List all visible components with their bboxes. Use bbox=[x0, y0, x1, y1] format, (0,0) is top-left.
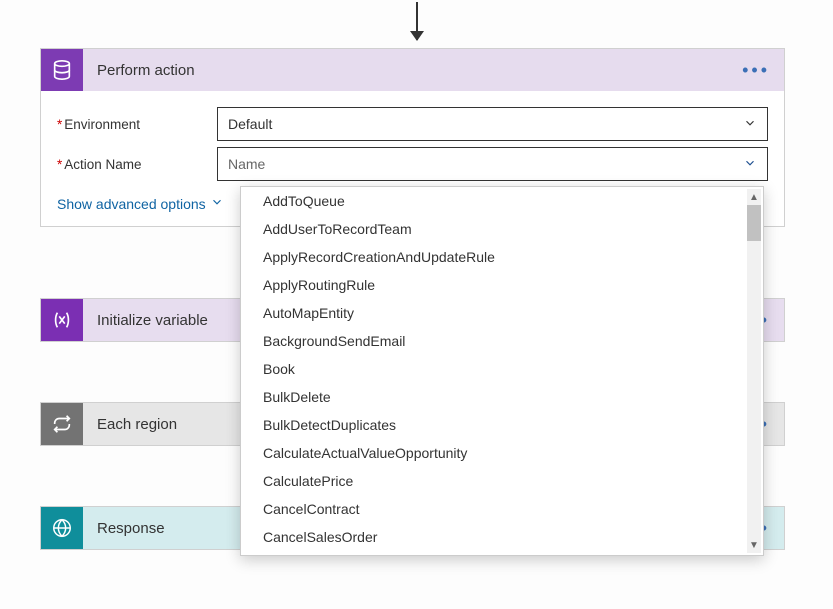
environment-dropdown[interactable]: Default bbox=[217, 107, 768, 141]
dropdown-items-container: AddToQueueAddUserToRecordTeamApplyRecord… bbox=[241, 187, 763, 551]
action-name-dropdown[interactable]: Name bbox=[217, 147, 768, 181]
database-icon bbox=[41, 49, 83, 91]
action-name-options-popup: AddToQueueAddUserToRecordTeamApplyRecord… bbox=[240, 186, 764, 556]
environment-row: *Environment Default bbox=[57, 107, 768, 141]
environment-label: *Environment bbox=[57, 117, 217, 132]
perform-action-menu-button[interactable]: ••• bbox=[742, 60, 770, 81]
dropdown-option[interactable]: ApplyRecordCreationAndUpdateRule bbox=[241, 243, 763, 271]
dropdown-option[interactable]: AddUserToRecordTeam bbox=[241, 215, 763, 243]
action-name-label: *Action Name bbox=[57, 157, 217, 172]
dropdown-option[interactable]: CancelContract bbox=[241, 495, 763, 523]
dropdown-option[interactable]: Book bbox=[241, 355, 763, 383]
action-name-placeholder: Name bbox=[228, 156, 265, 172]
dropdown-option[interactable]: CalculateActualValueOpportunity bbox=[241, 439, 763, 467]
dropdown-option[interactable]: AddToQueue bbox=[241, 187, 763, 215]
scrollbar[interactable]: ▲ ▼ bbox=[747, 189, 761, 553]
scroll-down-button[interactable]: ▼ bbox=[747, 537, 761, 553]
action-name-options-list[interactable]: AddToQueueAddUserToRecordTeamApplyRecord… bbox=[241, 187, 763, 555]
perform-action-header[interactable]: Perform action ••• bbox=[41, 49, 784, 91]
environment-value: Default bbox=[228, 116, 272, 132]
perform-action-title: Perform action bbox=[83, 62, 742, 79]
chevron-down-icon bbox=[743, 116, 757, 133]
scroll-up-button[interactable]: ▲ bbox=[747, 189, 761, 205]
variable-icon bbox=[41, 299, 83, 341]
dropdown-option[interactable]: CalculatePrice bbox=[241, 467, 763, 495]
dropdown-option[interactable]: BulkDelete bbox=[241, 383, 763, 411]
chevron-down-icon bbox=[210, 195, 224, 212]
dropdown-option[interactable]: ApplyRoutingRule bbox=[241, 271, 763, 299]
chevron-down-icon bbox=[743, 156, 757, 173]
dropdown-option[interactable]: CancelSalesOrder bbox=[241, 523, 763, 551]
action-name-row: *Action Name Name bbox=[57, 147, 768, 181]
dropdown-option[interactable]: BackgroundSendEmail bbox=[241, 327, 763, 355]
dropdown-option[interactable]: AutoMapEntity bbox=[241, 299, 763, 327]
globe-icon bbox=[41, 507, 83, 549]
scrollbar-thumb[interactable] bbox=[747, 205, 761, 241]
dropdown-option[interactable]: BulkDetectDuplicates bbox=[241, 411, 763, 439]
loop-icon bbox=[41, 403, 83, 445]
flow-arrow-down bbox=[416, 2, 418, 40]
show-advanced-options-link[interactable]: Show advanced options bbox=[57, 195, 224, 212]
